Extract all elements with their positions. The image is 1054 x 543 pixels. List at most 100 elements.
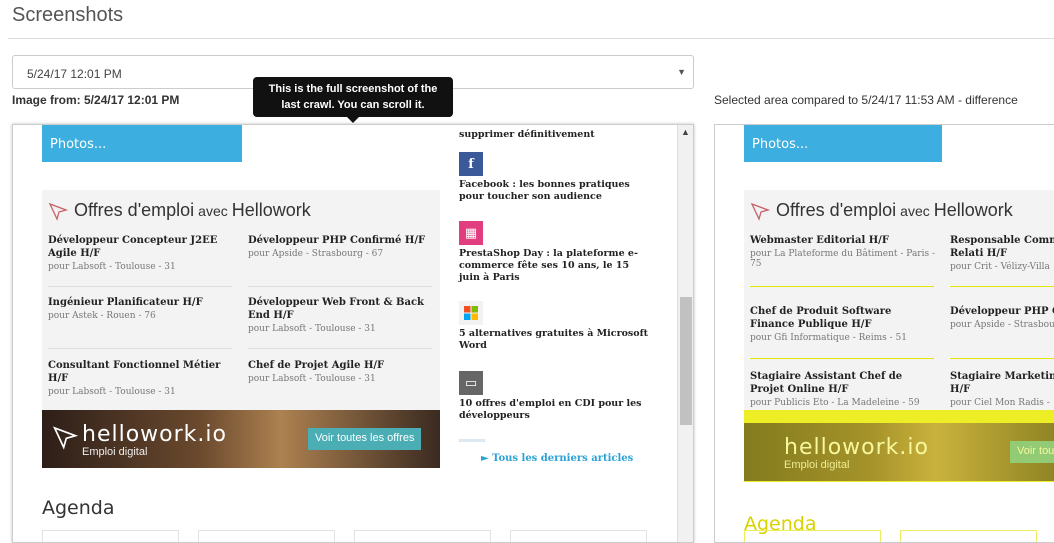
blue-tile: Photos... (744, 125, 942, 162)
job-title: Stagiaire Assistant Chef de Projet Onlin… (750, 371, 903, 395)
article-item[interactable]: ▭ 10 offres d'emploi en CDI pour les dév… (459, 371, 649, 422)
microsoft-icon (459, 301, 483, 325)
view-all-offers-button[interactable]: Voir toutes les offres (308, 428, 422, 450)
changed-job-item[interactable]: Stagiaire Assistant Chef de Projet Onlin… (750, 370, 935, 408)
divider (248, 348, 432, 349)
hellowork-star-icon (750, 202, 770, 221)
hellowork-star-icon (48, 202, 68, 221)
agenda-card[interactable] (198, 530, 335, 542)
agenda-card[interactable] (42, 530, 179, 542)
job-title: Développeur PHP Confirmé H/F (248, 235, 426, 246)
job-title: Responsable Comm Corporate et Relati H/F (950, 235, 1054, 259)
agenda-card[interactable] (900, 530, 1037, 542)
chevron-down-icon: ▼ (677, 67, 686, 77)
job-title: Développeur Web Front & Back End H/F (248, 297, 424, 321)
job-item[interactable]: Ingénieur Planificateur H/F pour Astek -… (48, 296, 233, 321)
job-title: Chef de Produit Software Finance Publiqu… (750, 306, 892, 330)
diff-screenshot-viewer[interactable]: Photos... Offres d'emploi avec Hellowork… (714, 124, 1054, 543)
jobs-widget: Offres d'emploi avec Hellowork Webmaster… (744, 190, 1054, 412)
jobs-header: Offres d'emploi avec Hellowork (750, 200, 1013, 221)
jobs-widget: Offres d'emploi avec Hellowork Développe… (42, 190, 440, 412)
jobs-avec: avec (198, 202, 228, 219)
article-item[interactable]: 5 alternatives gratuites à Microsoft Wor… (459, 301, 649, 352)
divider (950, 358, 1054, 359)
banner-subtitle: Emploi digital (82, 446, 148, 458)
full-screenshot-viewer[interactable]: Photos... Offres d'emploi avec Hellowork… (12, 124, 694, 543)
blue-tile-text: Photos... (752, 137, 809, 152)
divider (750, 286, 934, 287)
changed-job-item[interactable]: Chef de Produit Software Finance Publiqu… (750, 305, 935, 343)
job-title: Développeur Concepteur J2EE Agile H/F (48, 235, 218, 259)
job-item[interactable]: Développeur Web Front & Back End H/F pou… (248, 296, 433, 334)
job-company: pour Ciel Mon Radis - (950, 398, 1050, 408)
title-divider (8, 38, 1054, 39)
blue-tile-text: Photos... (50, 137, 107, 152)
job-item[interactable]: Développeur PHP Confirmé H/F pour Apside… (248, 234, 433, 259)
agenda-heading: Agenda (42, 497, 115, 519)
divider (950, 286, 1054, 287)
job-company: pour Apside - Strasbou (950, 320, 1054, 330)
blue-tile: Photos... (42, 125, 242, 162)
agenda-card[interactable] (744, 530, 881, 542)
hellowork-star-icon (52, 426, 78, 450)
divider (48, 348, 232, 349)
image-from-label: Image from: 5/24/17 12:01 PM (12, 93, 180, 107)
all-articles-link[interactable]: ► Tous les derniers articles (481, 453, 633, 464)
changed-job-item[interactable]: Stagiaire Marketin Commerce H/F pour Cie… (950, 370, 1054, 408)
changed-job-item[interactable]: Développeur PHP C pour Apside - Strasbou (950, 305, 1054, 330)
view-all-offers-button[interactable]: Voir tou (1010, 441, 1054, 463)
article-title: Facebook : les bonnes pratiques pour tou… (459, 179, 630, 202)
job-title: Ingénieur Planificateur H/F (48, 297, 203, 308)
changed-job-item[interactable]: Webmaster Editorial H/F pour La Platefor… (750, 234, 935, 269)
job-title: Consultant Fonctionnel Métier H/F (48, 360, 221, 384)
scrollbar[interactable]: ▲ (677, 125, 693, 542)
scroll-up-icon[interactable]: ▲ (681, 127, 690, 137)
divider (48, 286, 232, 287)
article-title: supprimer définitivement (459, 129, 595, 140)
scroll-thumb[interactable] (680, 297, 692, 425)
facebook-icon: f (459, 152, 483, 176)
jobs-avec: avec (900, 202, 930, 219)
divider (248, 286, 432, 287)
hellowork-banner[interactable]: hellowork.io Emploi digital Voir toutes … (42, 410, 440, 468)
select-value: 5/24/17 12:01 PM (27, 67, 122, 81)
jobs-header: Offres d'emploi avec Hellowork (48, 200, 311, 221)
article-item[interactable]: supprimer définitivement (459, 125, 649, 141)
job-title: Webmaster Editorial H/F (750, 235, 889, 246)
article-title: 10 offres d'emploi en CDI pour les dével… (459, 398, 642, 421)
job-company: pour Crit - Vélizy-Villa (950, 262, 1050, 272)
divider (750, 358, 934, 359)
banner-logo: hellowork.io (82, 422, 227, 447)
agenda-card[interactable] (510, 530, 647, 542)
agenda-card[interactable] (354, 530, 491, 542)
job-item[interactable]: Développeur Concepteur J2EE Agile H/F po… (48, 234, 233, 272)
jobs-title: Offres d'emploi (74, 200, 195, 220)
calendar-icon: ▦ (459, 221, 483, 245)
article-item[interactable]: ▦ PrestaShop Day : la plateforme e-comme… (459, 221, 649, 284)
compared-label: Selected area compared to 5/24/17 11:53 … (714, 93, 1018, 107)
page-title: Screenshots (12, 4, 124, 26)
job-title: Développeur PHP C (950, 306, 1054, 317)
banner-logo: hellowork.io (784, 435, 929, 460)
briefcase-icon: ▭ (459, 371, 483, 395)
job-company: pour Apside - Strasbourg - 67 (248, 249, 384, 259)
article-title: PrestaShop Day : la plateforme e-commerc… (459, 248, 638, 283)
banner-subtitle: Emploi digital (784, 459, 850, 471)
jobs-brand: Hellowork (933, 200, 1013, 220)
article-title: 5 alternatives gratuites à Microsoft Wor… (459, 328, 649, 351)
job-company: pour Astek - Rouen - 76 (48, 311, 156, 321)
job-item[interactable]: Consultant Fonctionnel Métier H/F pour L… (48, 359, 233, 397)
arrow-right-icon: ► (481, 453, 493, 464)
article-item[interactable]: f Facebook : les bonnes pratiques pour t… (459, 152, 649, 203)
job-company: pour Publicis Eto - La Madeleine - 59 (750, 398, 920, 408)
scroll-tooltip: This is the full screenshot of the last … (253, 77, 453, 123)
divider (459, 439, 485, 442)
job-company: pour Gfi Informatique - Reims - 51 (750, 333, 907, 343)
job-company: pour La Plateforme du Bâtiment - Paris -… (750, 249, 936, 269)
job-title: Stagiaire Marketin Commerce H/F (950, 371, 1054, 395)
job-company: pour Labsoft - Toulouse - 31 (48, 387, 176, 397)
hellowork-banner[interactable]: hellowork.io Emploi digital Voir tou (744, 423, 1054, 481)
job-item[interactable]: Chef de Projet Agile H/F pour Labsoft - … (248, 359, 433, 384)
changed-job-item[interactable]: Responsable Comm Corporate et Relati H/F… (950, 234, 1054, 272)
job-company: pour Labsoft - Toulouse - 31 (248, 374, 376, 384)
